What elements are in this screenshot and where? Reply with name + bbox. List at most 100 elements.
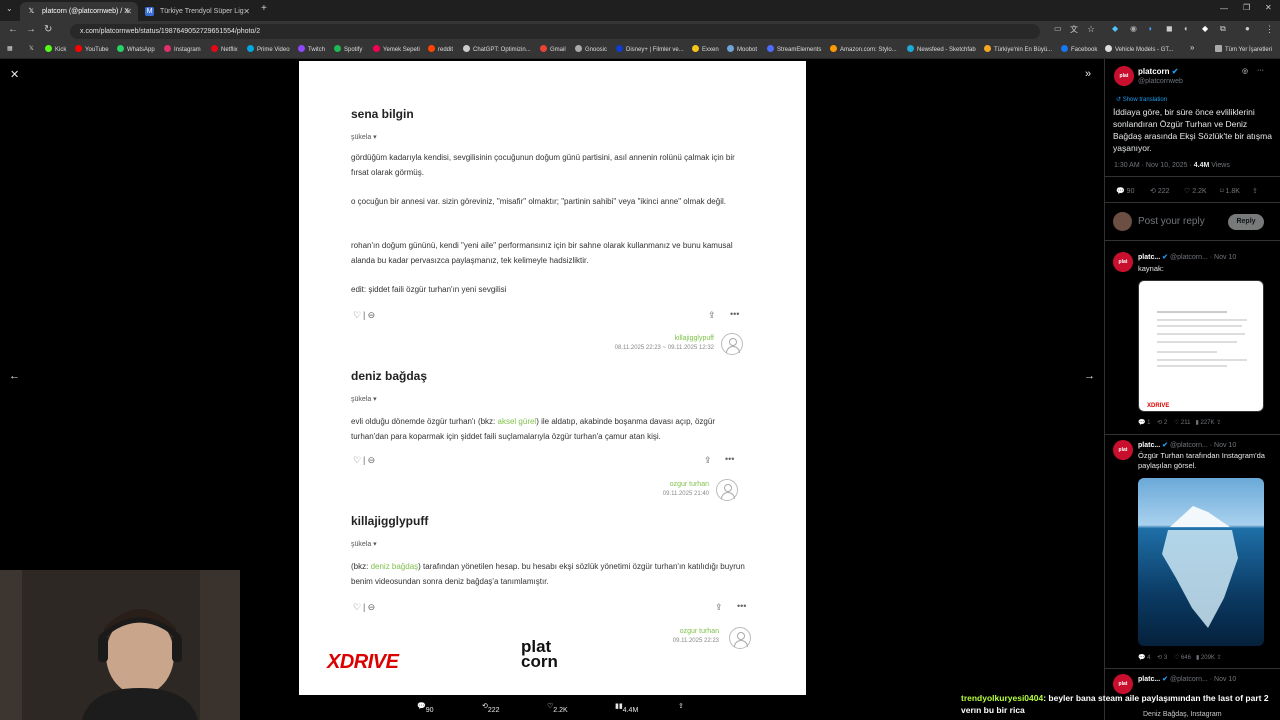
previous-photo-icon[interactable]: ← — [9, 370, 20, 382]
author-handle[interactable]: @platcornweb — [1138, 78, 1183, 85]
reply-text: Özgür Turhan tarafından Instagram'da pay… — [1138, 451, 1265, 470]
apps-grid-icon[interactable]: ▦ — [7, 45, 13, 52]
bookmarks-overflow[interactable]: » — [1190, 43, 1194, 52]
reply-image[interactable]: XDRIVE — [1138, 280, 1264, 412]
reply-input[interactable]: Post your reply — [1138, 216, 1205, 227]
heart-icon: ♡ — [352, 455, 362, 465]
viewer-views[interactable]: ▮▮ 4.4M — [615, 702, 638, 714]
url-text: x.com/platcornweb/status/198764905272965… — [80, 28, 261, 35]
collapse-panel-icon[interactable]: » — [1085, 68, 1091, 80]
entry-paragraph: edit: şiddet faili özgür turhan'ın yeni … — [351, 285, 507, 294]
viewer-like-button[interactable]: ♡ 2.2K — [547, 702, 568, 714]
bookmark-netflix[interactable]: Netflix — [211, 45, 238, 53]
extension-icon[interactable]: ◆ — [1112, 24, 1118, 33]
reply-author[interactable]: platc... ✔ @platcorn... · Nov 10 — [1138, 675, 1236, 683]
reply-avatar[interactable]: plat — [1113, 252, 1133, 272]
more-icon[interactable]: ··· — [1257, 67, 1264, 74]
viewer-repost-button[interactable]: ⟲ 222 — [482, 702, 500, 714]
bookmark-moobot[interactable]: Moobot — [727, 45, 757, 53]
tweet-share-icon[interactable]: ⇪ — [1252, 187, 1258, 195]
url-input[interactable]: x.com/platcornweb/status/198764905272965… — [70, 24, 1040, 39]
bookmark-whatsapp[interactable]: WhatsApp — [117, 45, 155, 53]
maximize-icon[interactable]: ❐ — [1243, 3, 1250, 12]
author-avatar — [721, 333, 743, 355]
heart-icon: ♡ — [352, 602, 362, 612]
bookmark-exxen[interactable]: Exxen — [692, 45, 719, 53]
bookmark-spotify[interactable]: Spotify — [334, 45, 362, 53]
platcorn-avatar[interactable]: plat — [1114, 66, 1134, 86]
bookmark-amazon[interactable]: Amazon.com: Stylo... — [830, 45, 897, 53]
puzzle-icon[interactable]: ⧉ — [1220, 24, 1226, 34]
streamer-webcam-image — [0, 570, 240, 720]
tweet-reply-button[interactable]: 💬 90 — [1116, 187, 1134, 195]
tab-platcorn[interactable]: 𝕏 platcorn (@platcornweb) / X ✕ — [20, 2, 138, 21]
cast-icon[interactable]: ▭ — [1054, 24, 1062, 33]
reply-avatar[interactable]: plat — [1113, 440, 1133, 460]
forward-icon[interactable]: → — [26, 24, 36, 35]
bookmark-gnoosic[interactable]: Gnoosic — [575, 45, 607, 53]
sketchfab-icon — [907, 45, 914, 52]
viewer-share-icon[interactable]: ⇪ — [678, 702, 684, 710]
bookmark-streamelements[interactable]: StreamElements — [767, 45, 821, 53]
menu-kebab-icon[interactable]: ⋮ — [1265, 24, 1274, 35]
next-photo-icon[interactable]: → — [1084, 370, 1095, 382]
bookmark-prime[interactable]: Prime Video — [247, 45, 290, 53]
close-tab-icon[interactable]: ✕ — [243, 2, 250, 21]
sukela-dropdown: şükela ▾ — [351, 134, 377, 141]
tweet-repost-button[interactable]: ⟲ 222 — [1150, 187, 1170, 195]
close-tab-icon[interactable]: ✕ — [125, 2, 132, 21]
bookmark-gta[interactable]: Vehicle Models - GT... — [1105, 45, 1173, 53]
x-logo-icon: 𝕏 — [28, 8, 35, 15]
close-window-icon[interactable]: ✕ — [1265, 3, 1272, 12]
entry-title: killajigglypuff — [351, 514, 429, 528]
back-icon[interactable]: ← — [8, 24, 18, 35]
reload-icon[interactable]: ↻ — [44, 24, 52, 35]
site-icon — [984, 45, 991, 52]
extension-icon[interactable]: ◗ — [1148, 24, 1153, 33]
bookmark-chatgpt[interactable]: ChatGPT: Optimizin... — [463, 45, 531, 53]
whatsapp-icon — [117, 45, 124, 52]
all-bookmarks[interactable]: Tüm Yer İşaretleri — [1215, 45, 1272, 53]
bookmark-kick[interactable]: Kick — [45, 45, 66, 53]
minimize-icon[interactable]: — — [1220, 4, 1228, 13]
reply-stats: 💬 4 ⟲ 3 ♡ 646 ▮ 209K ⇪ — [1138, 655, 1222, 661]
bookmark-twitch[interactable]: Twitch — [298, 45, 325, 53]
tab-search-icon[interactable]: ⌄ — [6, 4, 13, 13]
reply-avatar[interactable]: plat — [1113, 674, 1133, 694]
show-translation-link[interactable]: ↺ Show translation — [1116, 96, 1167, 103]
extension-icon[interactable]: ◉ — [1130, 24, 1137, 33]
more-icon: ••• — [737, 601, 747, 611]
share-icon: ⇪ — [708, 310, 716, 320]
profile-icon[interactable]: ● — [1245, 24, 1250, 33]
bookmark-facebook[interactable]: Facebook — [1061, 45, 1097, 53]
reply-author[interactable]: platc... ✔ @platcorn... · Nov 10 — [1138, 441, 1236, 449]
reply-author[interactable]: platc... ✔ @platcorn... · Nov 10 — [1138, 253, 1236, 261]
entry-actions: ♡ | ⊖ — [351, 310, 377, 321]
close-viewer-icon[interactable]: ✕ — [10, 68, 19, 81]
grok-icon[interactable]: ◎ — [1242, 67, 1248, 75]
author-name[interactable]: platcorn ✔ — [1138, 67, 1179, 76]
bookmark-yemeksepeti[interactable]: Yemek Sepeti — [373, 45, 420, 53]
tweet-bookmark-button[interactable]: ⌑ 1.8K — [1220, 187, 1240, 195]
translate-icon[interactable]: 文 — [1070, 24, 1078, 35]
new-tab-icon[interactable]: + — [261, 3, 267, 14]
bookmark-instagram[interactable]: Instagram — [164, 45, 201, 53]
bookmark-turkiye[interactable]: Türkiye'nin En Büyü... — [984, 45, 1052, 53]
iceberg-image[interactable] — [1138, 478, 1264, 646]
bookmark-x-icon[interactable]: 𝕏 — [29, 45, 34, 52]
extension-icon[interactable]: ◆ — [1202, 24, 1208, 33]
bookmark-sketchfab[interactable]: Newsfeed - Sketchfab — [907, 45, 976, 53]
star-icon[interactable]: ☆ — [1087, 24, 1095, 35]
viewer-reply-button[interactable]: 💬 90 — [417, 702, 434, 714]
bookmark-disney[interactable]: Disney+ | Filmler ve... — [616, 45, 684, 53]
bookmark-youtube[interactable]: YouTube — [75, 45, 109, 53]
tab-title: platcorn (@platcornweb) / X — [42, 8, 129, 15]
reply-button[interactable]: Reply — [1228, 214, 1264, 230]
extension-icon[interactable]: ◐ — [1184, 24, 1189, 33]
tab-super-lig[interactable]: M Türkiye Trendyol Süper Lig - 20 ✕ — [138, 2, 256, 34]
tweet-like-button[interactable]: ♡ 2.2K — [1184, 187, 1207, 195]
more-icon: ••• — [730, 309, 740, 319]
bookmark-gmail[interactable]: Gmail — [540, 45, 566, 53]
bookmark-reddit[interactable]: reddit — [428, 45, 453, 53]
extension-icon[interactable]: ◼ — [1166, 24, 1173, 33]
